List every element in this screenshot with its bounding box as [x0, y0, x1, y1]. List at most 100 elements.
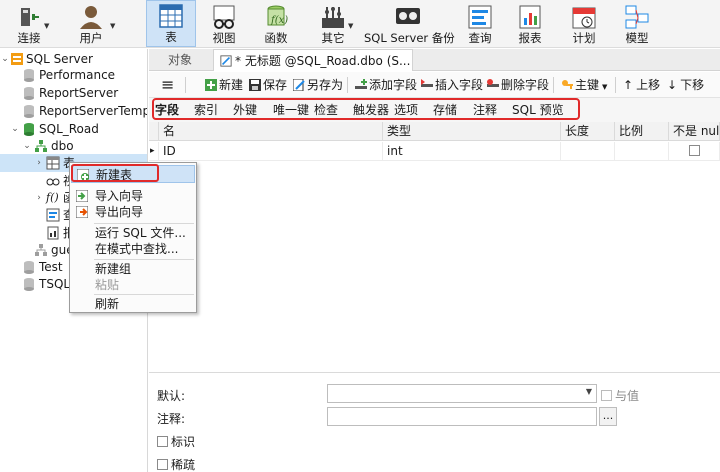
ribbon-user-button[interactable]: ▼ 用户 — [62, 2, 120, 46]
move-down-button[interactable]: ↓ 下移 — [667, 72, 704, 98]
ribbon-connection-button[interactable]: ▼ 连接 — [4, 2, 54, 46]
tree-node-label: ReportServerTempD — [39, 104, 148, 118]
comment-input[interactable] — [327, 407, 597, 426]
database-icon — [24, 123, 34, 136]
delete-field-label: 删除字段 — [501, 78, 550, 92]
primary-key-label: 主键 — [575, 78, 600, 92]
expand-arrow-icon[interactable]: ⌄ — [10, 120, 20, 138]
main-ribbon: ▼ 连接 ▼ 用户 表 视图 f(x) 函数 ▼ 其它 SQL Server 备… — [0, 0, 720, 48]
design-subtabs: 字段 索引 外键 唯一键 检查 触发器 选项 存储 注释 SQL 预览 — [149, 98, 720, 122]
fields-grid: 名 类型 长度 比例 不是 null ▸ ID int — [149, 122, 720, 372]
cell-field-scale[interactable] — [615, 142, 669, 161]
menu-item-label: 新建表 — [96, 168, 133, 182]
column-header-length[interactable]: 长度 — [561, 122, 615, 141]
ribbon-schedule-button[interactable]: 计划 — [560, 2, 608, 46]
delete-field-button[interactable]: 删除字段 — [487, 72, 549, 98]
add-field-label: 添加字段 — [369, 78, 418, 92]
insert-field-button[interactable]: 插入字段 — [421, 72, 483, 98]
ribbon-backup-label: SQL Server 备份 — [364, 31, 455, 45]
database-icon — [24, 87, 34, 100]
identity-option[interactable]: 标识 — [157, 434, 195, 450]
delete-field-icon — [487, 79, 499, 87]
menu-item-label: 刷新 — [95, 297, 120, 311]
ribbon-function-label: 函数 — [264, 31, 288, 45]
save-as-button[interactable]: 另存为 — [293, 72, 343, 98]
menu-item-label: 在模式中查找... — [95, 242, 179, 256]
subtab-options[interactable]: 选项 — [394, 98, 418, 122]
column-header-type[interactable]: 类型 — [383, 122, 561, 141]
ribbon-query-button[interactable]: 查询 — [458, 2, 502, 46]
cell-field-type[interactable]: int — [383, 142, 561, 161]
new-table-icon — [77, 169, 89, 181]
query-icon — [46, 208, 60, 222]
cell-field-name[interactable]: ID — [159, 142, 383, 161]
subtab-checks[interactable]: 检查 — [314, 98, 338, 122]
subtab-unique-keys[interactable]: 唯一键 — [273, 98, 309, 122]
ribbon-model-button[interactable]: 模型 — [614, 2, 660, 46]
editor-tabs: 对象 * 无标题 @SQL_Road.dbo (S... — [149, 49, 720, 71]
tree-node-reportservertempdb[interactable]: ReportServerTempD — [0, 102, 148, 120]
tree-node-sql-road[interactable]: ⌄ SQL_Road — [0, 120, 147, 138]
subtab-fields[interactable]: 字段 — [155, 98, 179, 122]
sparse-checkbox[interactable] — [157, 459, 168, 470]
menu-item-label: 导入向导 — [95, 189, 144, 203]
move-up-button[interactable]: ↑ 上移 — [623, 72, 660, 98]
ribbon-model-label: 模型 — [625, 31, 649, 45]
primary-key-button[interactable]: 主键 ▼ — [561, 72, 607, 98]
ribbon-report-button[interactable]: 报表 — [508, 2, 552, 46]
tab-objects[interactable]: 对象 — [149, 49, 211, 71]
menu-item-paste[interactable]: 粘贴 — [71, 276, 195, 294]
subtab-sql-preview[interactable]: SQL 预览 — [512, 98, 564, 122]
cell-field-not-null[interactable] — [669, 142, 720, 161]
chevron-right-icon[interactable]: › — [34, 189, 44, 207]
save-button[interactable]: 保存 — [249, 72, 287, 98]
tree-node-dbo[interactable]: ⌄ dbo — [0, 137, 147, 155]
ribbon-backup-button[interactable]: SQL Server 备份 — [364, 2, 455, 46]
menu-item-find-in-schema[interactable]: 在模式中查找... — [71, 240, 195, 258]
bind-value-checkbox[interactable] — [601, 390, 612, 401]
import-icon — [76, 190, 88, 202]
tree-node-performance[interactable]: Performance — [0, 66, 147, 84]
not-null-checkbox[interactable] — [689, 145, 700, 156]
chevron-right-icon[interactable]: › — [34, 154, 44, 172]
tree-node-label: Performance — [39, 68, 116, 82]
menu-icon[interactable]: ≡ — [161, 72, 174, 98]
comment-browse-button[interactable]: ... — [599, 407, 617, 426]
tab-table-design[interactable]: * 无标题 @SQL_Road.dbo (S... — [213, 49, 413, 71]
menu-item-label: 运行 SQL 文件... — [95, 226, 186, 240]
add-field-button[interactable]: 添加字段 — [355, 72, 417, 98]
sparse-option[interactable]: 稀疏 — [157, 457, 195, 472]
menu-item-refresh[interactable]: 刷新 — [71, 295, 195, 313]
identity-checkbox[interactable] — [157, 436, 168, 447]
database-icon — [24, 69, 34, 82]
key-icon — [562, 80, 573, 89]
default-select[interactable]: ▼ — [327, 384, 597, 403]
cell-field-length[interactable] — [561, 142, 615, 161]
bind-value-option[interactable]: 与值 — [601, 388, 639, 404]
save-icon — [249, 79, 261, 91]
subtab-comment[interactable]: 注释 — [473, 98, 497, 122]
ribbon-other-button[interactable]: ▼ 其它 — [308, 2, 358, 46]
menu-item-label: 导出向导 — [95, 205, 144, 219]
column-header-not-null[interactable]: 不是 null — [669, 122, 720, 141]
tree-node-label: Test — [39, 260, 63, 274]
subtab-storage[interactable]: 存储 — [433, 98, 457, 122]
menu-item-export-wizard[interactable]: 导出向导 — [71, 203, 195, 221]
tree-node-label: dbo — [51, 139, 74, 153]
new-label: 新建 — [219, 78, 244, 92]
ribbon-function-button[interactable]: f(x) 函数 — [252, 2, 300, 46]
subtab-indexes[interactable]: 索引 — [194, 98, 218, 122]
ribbon-view-button[interactable]: 视图 — [200, 2, 248, 46]
table-icon — [46, 156, 60, 170]
subtab-foreign-keys[interactable]: 外键 — [233, 98, 257, 122]
column-header-scale[interactable]: 比例 — [615, 122, 669, 141]
expand-arrow-icon[interactable]: ⌄ — [22, 137, 32, 155]
row-header-corner — [149, 122, 159, 141]
menu-item-new-table[interactable]: 新建表 — [71, 165, 195, 183]
new-button[interactable]: 新建 — [205, 72, 243, 98]
tree-node-reportserver[interactable]: ReportServer — [0, 84, 147, 102]
column-header-name[interactable]: 名 — [159, 122, 383, 141]
ribbon-table-button[interactable]: 表 — [146, 0, 196, 47]
svg-text:f(x): f(x) — [270, 15, 288, 26]
subtab-triggers[interactable]: 触发器 — [353, 98, 389, 122]
